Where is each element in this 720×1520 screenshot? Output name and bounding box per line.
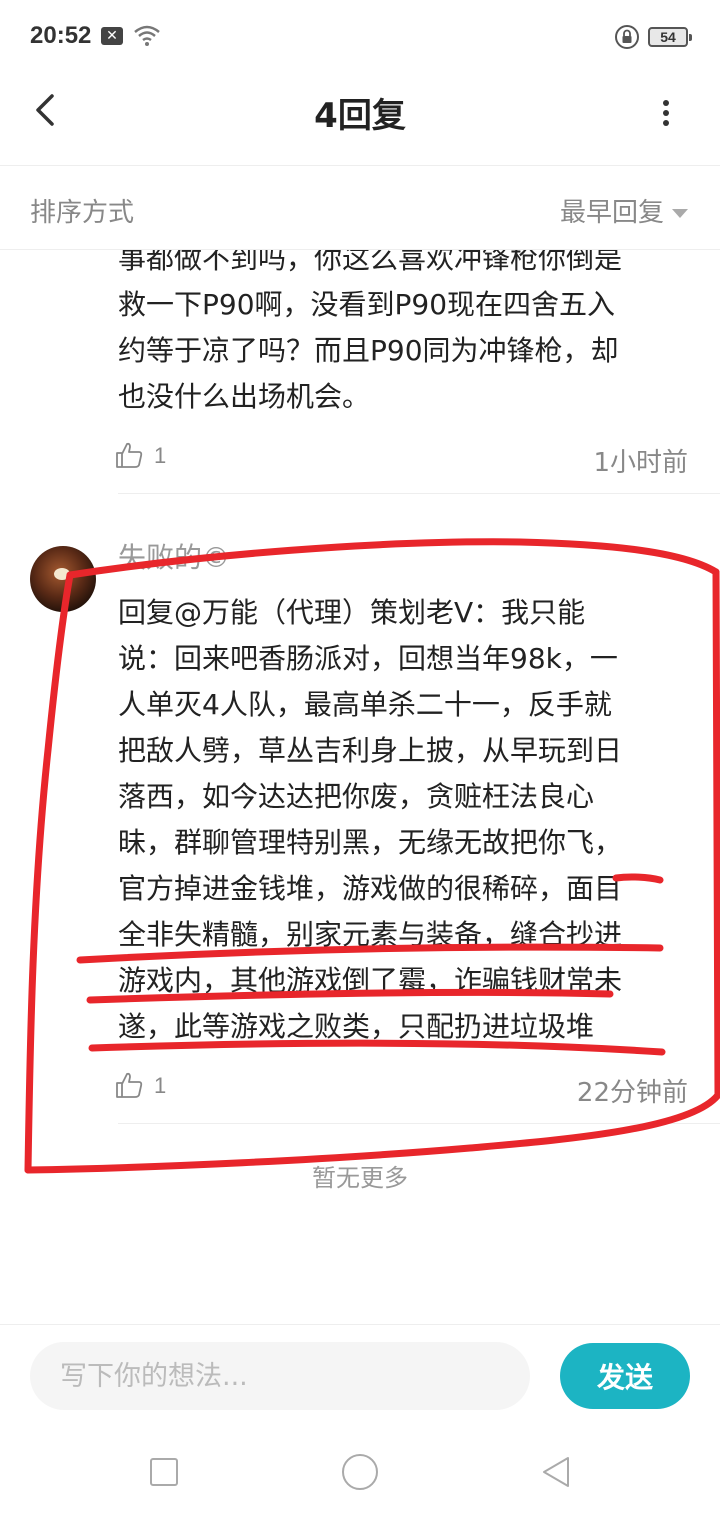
reply-text: 回复@万能（代理）策划老V：我只能 说：回来吧香肠派对，回想当年98k，一 人单… — [118, 596, 623, 1043]
status-bar: 20:52 ✕ 54 — [0, 0, 720, 70]
username[interactable]: 失败的© — [118, 536, 230, 576]
sort-dropdown[interactable]: 最早回复 — [560, 192, 688, 229]
page-title: 4回复 — [314, 96, 406, 136]
battery-indicator: 54 — [648, 27, 692, 47]
circle-nav-icon[interactable] — [342, 1454, 378, 1490]
comment-input[interactable] — [30, 1342, 530, 1410]
sort-selected-value: 最早回复 — [559, 198, 664, 228]
top-app-bar: 4回复 — [0, 70, 720, 166]
divider — [118, 1123, 720, 1124]
status-time: 20:52 — [30, 22, 92, 49]
reply-time: 22分钟前 — [576, 1078, 688, 1108]
reply-time: 1小时前 — [593, 448, 688, 478]
thumbs-up-icon[interactable] — [114, 1070, 144, 1100]
notification-icon: ✕ — [101, 27, 123, 45]
reply-text: 事都做不到吗，你这么喜欢冲锋枪你倒是 救一下P90啊，没看到P90现在四舍五入 … — [118, 250, 623, 413]
chevron-down-icon — [672, 209, 688, 218]
like-count: 1 — [154, 443, 167, 468]
triangle-back-nav-icon[interactable] — [538, 1454, 574, 1490]
like-count: 1 — [154, 1073, 167, 1098]
system-nav-bar — [0, 1424, 720, 1520]
more-vertical-icon[interactable] — [652, 92, 680, 132]
square-nav-icon[interactable] — [150, 1458, 178, 1486]
divider — [118, 493, 720, 494]
thumbs-up-icon[interactable] — [114, 440, 144, 470]
lock-rotation-icon — [615, 25, 639, 49]
send-button[interactable]: 发送 — [560, 1343, 690, 1409]
no-more-text: 暂无更多 — [312, 1164, 408, 1192]
comment-composer: 发送 — [0, 1324, 720, 1424]
sort-bar: 排序方式 最早回复 — [0, 166, 720, 250]
wifi-icon — [134, 25, 160, 46]
reply-list: 事都做不到吗，你这么喜欢冲锋枪你倒是 救一下P90啊，没看到P90现在四舍五入 … — [0, 250, 720, 1324]
sort-label: 排序方式 — [30, 198, 135, 228]
avatar[interactable] — [30, 546, 96, 612]
